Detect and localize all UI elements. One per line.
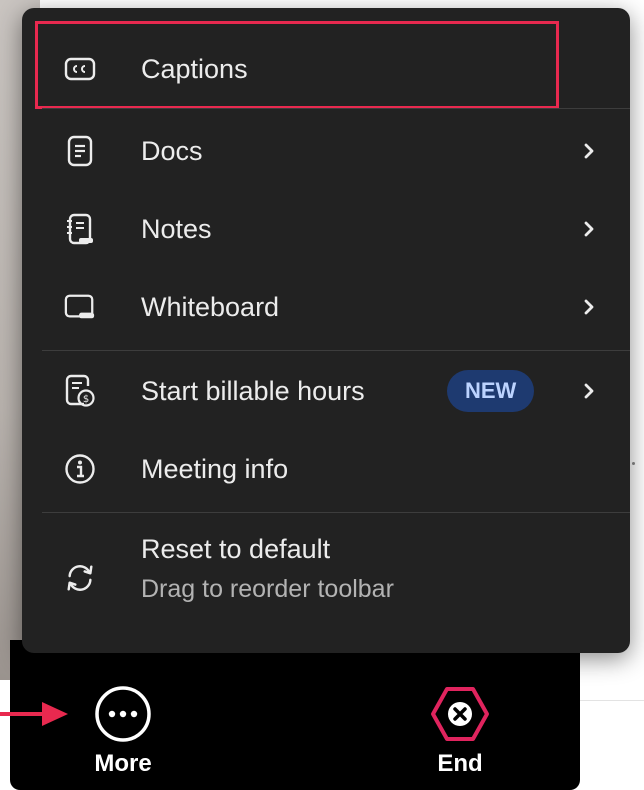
background-divider	[580, 700, 644, 701]
chevron-right-icon	[584, 143, 594, 159]
meeting-toolbar: More End	[10, 640, 580, 790]
background-dot	[632, 462, 635, 465]
end-label: End	[437, 750, 483, 777]
notes-icon	[64, 213, 96, 245]
end-icon	[431, 687, 489, 741]
menu-item-sublabel: Drag to reorder toolbar	[141, 575, 394, 603]
menu-item-start-billable-hours[interactable]: $ Start billable hours NEW	[42, 356, 612, 426]
menu-item-reset-to-default[interactable]: Reset to default Drag to reorder toolbar	[42, 528, 612, 628]
annotation-arrow	[0, 702, 68, 726]
menu-item-label: Start billable hours	[141, 375, 365, 406]
menu-item-meeting-info[interactable]: Meeting info	[42, 434, 612, 504]
whiteboard-icon	[64, 291, 96, 323]
chevron-right-icon	[584, 383, 594, 399]
menu-divider	[42, 108, 630, 109]
chevron-right-icon	[584, 299, 594, 315]
menu-item-label: Captions	[141, 53, 248, 84]
menu-item-notes[interactable]: Notes	[42, 194, 612, 264]
svg-text:$: $	[83, 394, 89, 405]
new-badge: NEW	[447, 370, 535, 412]
menu-item-label: Meeting info	[141, 453, 289, 484]
menu-item-label: Notes	[141, 213, 212, 244]
billable-hours-icon: $	[64, 374, 96, 407]
menu-item-label: Whiteboard	[141, 291, 280, 322]
end-button[interactable]: End	[405, 670, 515, 778]
more-label: More	[94, 750, 152, 777]
more-icon	[95, 686, 151, 742]
info-icon	[64, 453, 96, 485]
captions-icon	[64, 53, 96, 85]
menu-divider	[42, 512, 630, 513]
reset-icon	[64, 562, 96, 594]
menu-item-label: Docs	[141, 135, 203, 166]
chevron-right-icon	[584, 221, 594, 237]
more-button[interactable]: More	[68, 670, 178, 778]
menu-item-label: Reset to default	[141, 534, 331, 564]
docs-icon	[64, 135, 96, 167]
menu-item-captions[interactable]: Captions	[42, 34, 612, 104]
menu-item-whiteboard[interactable]: Whiteboard	[42, 272, 612, 342]
menu-item-docs[interactable]: Docs	[42, 116, 612, 186]
more-menu: Captions Docs Notes Whiteboard $ Start b…	[22, 8, 630, 653]
menu-divider	[42, 350, 630, 351]
